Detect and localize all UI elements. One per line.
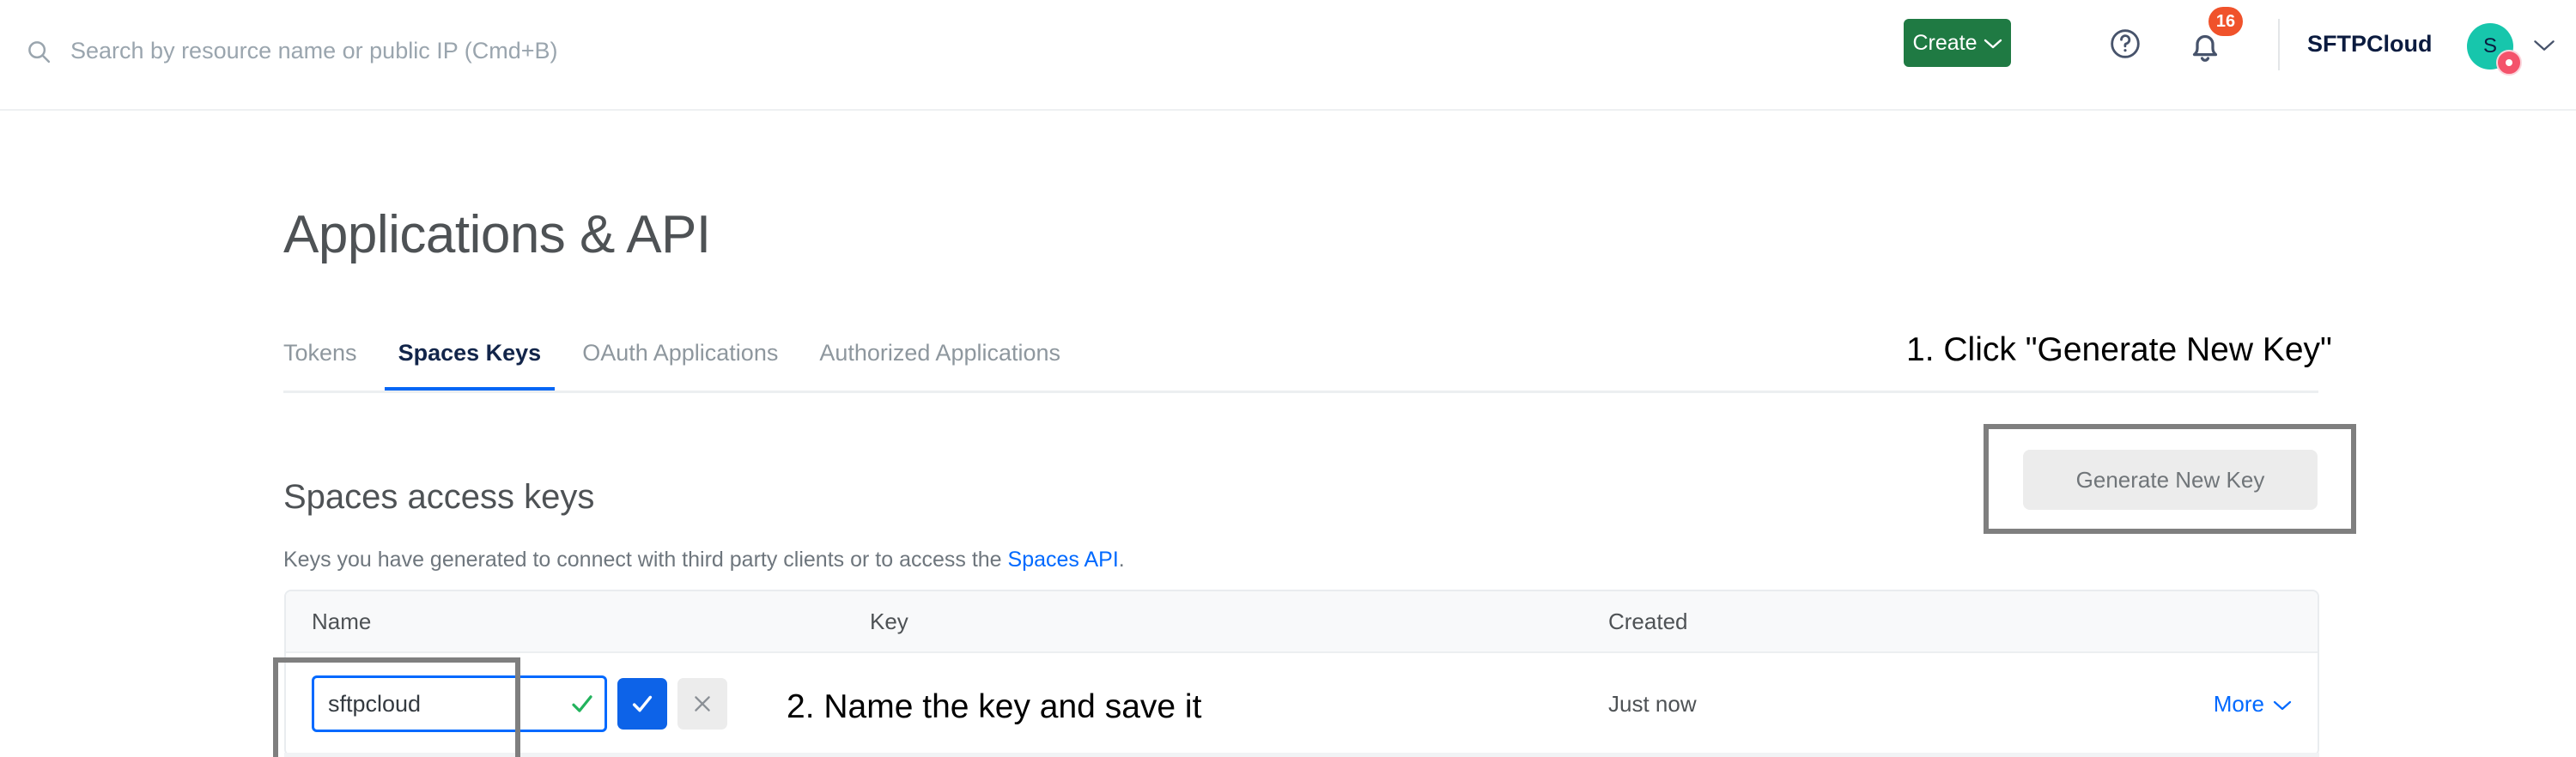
tab-oauth-applications[interactable]: OAuth Applications (582, 340, 778, 391)
valid-check-icon (569, 691, 595, 717)
help-icon[interactable] (2108, 27, 2142, 61)
section-description: Keys you have generated to connect with … (283, 548, 1125, 572)
table-bottom-edge (284, 753, 2319, 757)
column-header-created: Created (1608, 608, 1688, 634)
table-header-row: Name Key Created (286, 591, 2318, 653)
column-header-name: Name (312, 608, 372, 634)
account-name: SFTPCloud (2307, 31, 2433, 57)
tab-bar: Tokens Spaces Keys OAuth Applications Au… (283, 340, 1102, 392)
table-row: Just now More (286, 653, 2318, 754)
avatar-status-badge-icon (2496, 50, 2522, 76)
page-title: Applications & API (283, 204, 711, 264)
spaces-keys-table: Name Key Created sftpcloud Just now More (284, 590, 2319, 756)
search-input[interactable] (70, 38, 843, 64)
chevron-down-icon (1984, 31, 2002, 56)
tab-tokens[interactable]: Tokens (283, 340, 357, 391)
tab-spaces-keys[interactable]: Spaces Keys (384, 340, 555, 392)
chevron-down-icon (2273, 691, 2292, 718)
tab-bar-divider (283, 391, 2318, 393)
global-search[interactable] (26, 38, 843, 64)
generate-new-key-button[interactable]: Generate New Key (2023, 450, 2318, 510)
highlight-box-key-name-editor (273, 657, 520, 757)
save-key-name-button[interactable] (617, 678, 667, 730)
create-button-label: Create (1912, 30, 1978, 55)
account-menu-chevron-down-icon[interactable] (2533, 34, 2555, 57)
section-description-suffix: . (1118, 548, 1125, 572)
cancel-key-name-button[interactable] (677, 678, 727, 730)
avatar-initial: S (2482, 34, 2497, 58)
annotation-step-1: 1. Click "Generate New Key" (1906, 331, 2332, 368)
notification-count-badge: 16 (2208, 7, 2243, 36)
top-navigation-bar: Create 16 SFTPCloud S (0, 0, 2576, 111)
search-icon (26, 39, 52, 64)
more-actions-link[interactable]: More (2214, 691, 2292, 718)
spaces-api-link[interactable]: Spaces API (1008, 548, 1119, 572)
column-header-key: Key (870, 608, 908, 634)
annotation-step-2: 2. Name the key and save it (787, 688, 1202, 725)
tab-authorized-applications[interactable]: Authorized Applications (819, 340, 1060, 391)
create-button[interactable]: Create (1904, 19, 2011, 67)
cell-actions: More (2072, 691, 2318, 718)
avatar-badge-dot (2506, 59, 2512, 66)
section-description-prefix: Keys you have generated to connect with … (283, 548, 1008, 572)
section-title: Spaces access keys (283, 478, 595, 517)
more-actions-label: More (2213, 690, 2264, 717)
nav-divider (2278, 19, 2280, 70)
cell-created: Just now (1608, 690, 1697, 717)
page-root: Create 16 SFTPCloud S (0, 0, 2576, 757)
